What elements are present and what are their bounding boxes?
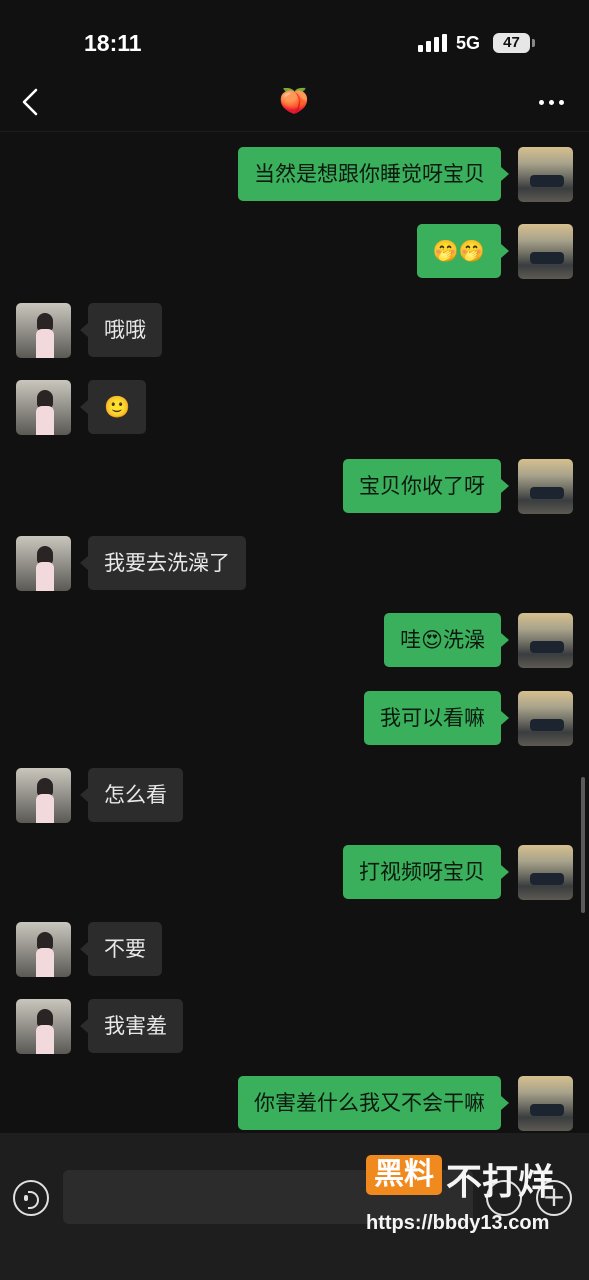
avatar-contact[interactable]	[16, 768, 71, 823]
message-bubble[interactable]: 🤭🤭	[416, 224, 510, 278]
message-row: 你害羞什么我又不会干嘛	[0, 1076, 589, 1132]
message-row: 哦哦	[0, 303, 589, 359]
message-row: 不要	[0, 922, 589, 978]
back-button[interactable]	[14, 84, 50, 120]
more-dot	[559, 100, 564, 105]
message-row: 我可以看嘛	[0, 691, 589, 747]
message-row: 🙂	[0, 380, 589, 436]
chat-header: 🍑	[0, 72, 589, 132]
message-bubble[interactable]: 哇😍洗澡	[384, 613, 509, 667]
message-bubble[interactable]: 我害羞	[80, 999, 183, 1053]
voice-button[interactable]	[13, 1180, 49, 1216]
avatar-contact[interactable]	[16, 999, 71, 1054]
avatar-self[interactable]	[518, 613, 573, 668]
message-row: 我要去洗澡了	[0, 536, 589, 592]
avatar-self[interactable]	[518, 459, 573, 514]
message-row: 打视频呀宝贝	[0, 845, 589, 901]
message-row: 🤭🤭	[0, 224, 589, 280]
avatar-self[interactable]	[518, 691, 573, 746]
chevron-left-icon	[22, 88, 38, 116]
more-dots-icon	[539, 100, 544, 105]
message-row: 我害羞	[0, 999, 589, 1055]
status-time: 18:11	[84, 30, 142, 56]
message-bubble[interactable]: 当然是想跟你睡觉呀宝贝	[238, 147, 509, 201]
message-bubble[interactable]: 我要去洗澡了	[80, 536, 246, 590]
signal-icon	[418, 34, 448, 52]
avatar-contact[interactable]	[16, 922, 71, 977]
status-bar: 18:11 5G 47	[0, 0, 589, 72]
avatar-self[interactable]	[518, 845, 573, 900]
network-type: 5G	[456, 33, 481, 53]
avatar-contact[interactable]	[16, 536, 71, 591]
message-bubble[interactable]: 🙂	[79, 380, 147, 434]
avatar-self[interactable]	[518, 147, 573, 202]
message-bubble[interactable]: 我可以看嘛	[364, 691, 509, 745]
avatar-contact[interactable]	[16, 380, 71, 435]
message-bubble[interactable]: 哦哦	[80, 303, 162, 357]
more-dot	[549, 100, 554, 105]
avatar-contact[interactable]	[16, 303, 71, 358]
chat-messages[interactable]: 当然是想跟你睡觉呀宝贝 🤭🤭 哦哦 🙂 宝贝你收了呀 我要去洗澡了 哇😍洗澡 我…	[0, 133, 589, 1133]
message-row: 宝贝你收了呀	[0, 459, 589, 515]
watermark-text: 不打烊	[446, 1162, 555, 1203]
avatar-self[interactable]	[518, 1076, 573, 1131]
avatar-self[interactable]	[518, 224, 573, 279]
message-bubble[interactable]: 怎么看	[80, 768, 183, 822]
watermark-url: https://bbdy13.com	[366, 1212, 550, 1234]
message-row: 当然是想跟你睡觉呀宝贝	[0, 147, 589, 203]
message-bubble[interactable]: 宝贝你收了呀	[343, 459, 509, 513]
message-bubble[interactable]: 你害羞什么我又不会干嘛	[238, 1076, 509, 1130]
chat-title: 🍑	[279, 87, 309, 115]
battery-cap	[532, 39, 535, 47]
message-bubble[interactable]: 打视频呀宝贝	[343, 845, 509, 899]
message-row: 哇😍洗澡	[0, 613, 589, 669]
more-button[interactable]	[534, 88, 568, 114]
chat-scrollbar[interactable]	[581, 777, 585, 913]
message-row: 怎么看	[0, 768, 589, 824]
message-bubble[interactable]: 不要	[80, 922, 162, 976]
battery-icon: 47	[493, 33, 530, 53]
watermark-badge: 黑料	[366, 1155, 442, 1195]
